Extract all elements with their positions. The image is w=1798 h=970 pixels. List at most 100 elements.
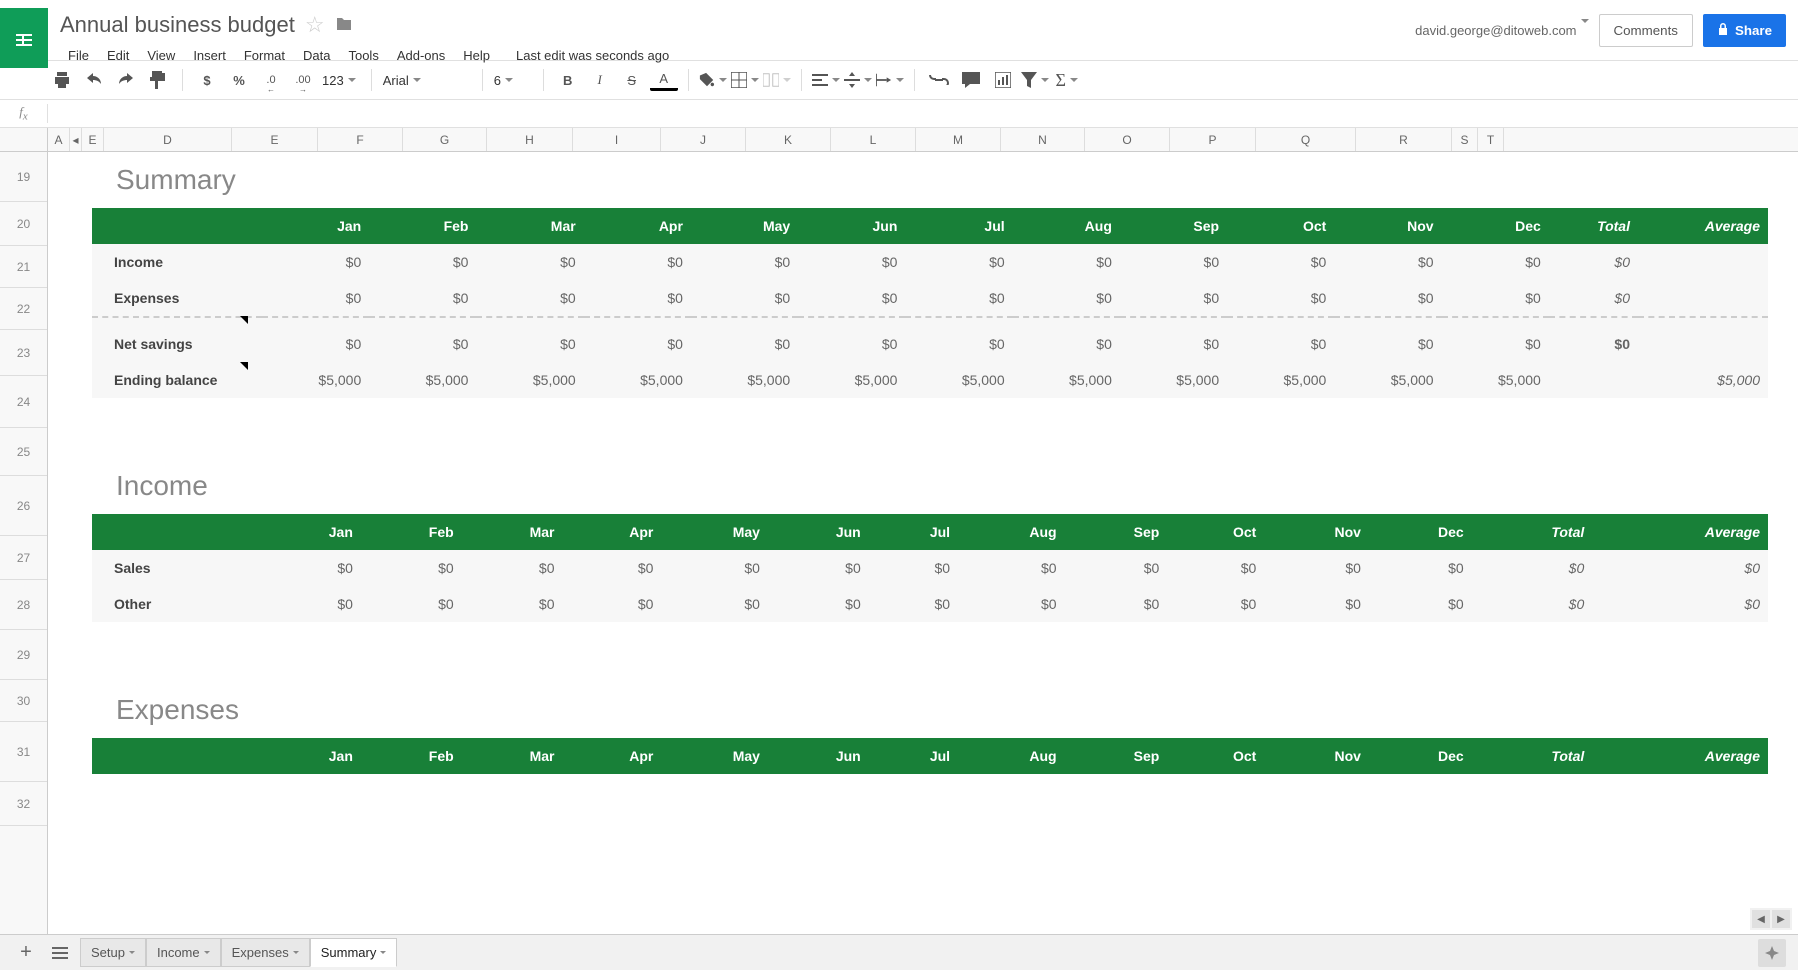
- cell-value[interactable]: $0: [905, 280, 1012, 317]
- cell-value[interactable]: $0: [262, 586, 361, 622]
- cell-value[interactable]: $0: [584, 244, 691, 280]
- note-indicator-icon[interactable]: [240, 316, 248, 324]
- row-header[interactable]: 25: [0, 428, 47, 476]
- cell-value[interactable]: $0: [361, 550, 462, 586]
- cell-value[interactable]: $0: [869, 586, 958, 622]
- increase-decimal-button[interactable]: .00→: [289, 66, 317, 94]
- column-header[interactable]: F: [318, 128, 403, 151]
- column-header[interactable]: I: [573, 128, 661, 151]
- column-header[interactable]: M: [916, 128, 1001, 151]
- font-select[interactable]: Arial: [382, 72, 472, 89]
- menu-tools[interactable]: Tools: [340, 44, 386, 67]
- cell-value[interactable]: $0: [768, 550, 869, 586]
- cell-value[interactable]: $0: [1369, 550, 1472, 586]
- cell-value[interactable]: $0: [1264, 550, 1369, 586]
- average-cell[interactable]: $0: [1592, 586, 1768, 622]
- cell-value[interactable]: $0: [563, 550, 662, 586]
- filter-icon[interactable]: [1021, 66, 1049, 94]
- cell-value[interactable]: $0: [369, 244, 476, 280]
- cell-value[interactable]: $5,000: [691, 362, 798, 398]
- cell-value[interactable]: $0: [691, 326, 798, 362]
- column-header[interactable]: R: [1356, 128, 1452, 151]
- merge-cells-icon[interactable]: [763, 66, 791, 94]
- cell-value[interactable]: $0: [1227, 326, 1334, 362]
- cell-value[interactable]: $0: [262, 550, 361, 586]
- row-header[interactable]: 30: [0, 680, 47, 722]
- column-header[interactable]: P: [1170, 128, 1256, 151]
- cell-value[interactable]: $0: [1442, 280, 1549, 317]
- cell-value[interactable]: $0: [1065, 550, 1168, 586]
- average-cell[interactable]: [1638, 326, 1768, 362]
- cell-value[interactable]: $0: [798, 326, 905, 362]
- total-cell[interactable]: $0: [1549, 244, 1638, 280]
- user-email[interactable]: david.george@ditoweb.com: [1415, 23, 1588, 38]
- row-header[interactable]: 32: [0, 782, 47, 826]
- cell-value[interactable]: $5,000: [584, 362, 691, 398]
- menu-addons[interactable]: Add-ons: [389, 44, 453, 67]
- column-header[interactable]: D: [104, 128, 232, 151]
- all-sheets-icon[interactable]: [46, 939, 74, 967]
- font-size-select[interactable]: 6: [493, 72, 533, 89]
- cell-value[interactable]: $0: [1120, 326, 1227, 362]
- row-header[interactable]: 28: [0, 580, 47, 630]
- row-header[interactable]: 31: [0, 722, 47, 782]
- row-header[interactable]: 27: [0, 536, 47, 580]
- comments-button[interactable]: Comments: [1599, 14, 1693, 47]
- star-icon[interactable]: ☆: [305, 12, 325, 38]
- share-button[interactable]: Share: [1703, 14, 1786, 47]
- number-format-select[interactable]: 123: [321, 72, 361, 89]
- cell-value[interactable]: $0: [1334, 244, 1441, 280]
- average-cell[interactable]: [1638, 280, 1768, 317]
- sheet-tab-expenses[interactable]: Expenses: [221, 938, 310, 967]
- cell-value[interactable]: $5,000: [369, 362, 476, 398]
- cell-value[interactable]: $0: [869, 550, 958, 586]
- column-header[interactable]: G: [403, 128, 487, 151]
- menu-insert[interactable]: Insert: [185, 44, 234, 67]
- select-all-corner[interactable]: [0, 128, 48, 151]
- cell-value[interactable]: $0: [1264, 586, 1369, 622]
- cell-value[interactable]: $0: [584, 326, 691, 362]
- cell-value[interactable]: $0: [1065, 586, 1168, 622]
- cell-value[interactable]: $0: [1442, 326, 1549, 362]
- cell-value[interactable]: $0: [798, 280, 905, 317]
- menu-edit[interactable]: Edit: [99, 44, 137, 67]
- cell-value[interactable]: $0: [958, 550, 1065, 586]
- column-header[interactable]: E: [82, 128, 104, 151]
- average-cell[interactable]: $5,000: [1638, 362, 1768, 398]
- sheet-tab-summary[interactable]: Summary: [310, 938, 398, 967]
- cell-value[interactable]: $5,000: [476, 362, 583, 398]
- italic-button[interactable]: I: [586, 66, 614, 94]
- cell-value[interactable]: $0: [691, 280, 798, 317]
- column-header[interactable]: A: [48, 128, 70, 151]
- currency-button[interactable]: $: [193, 66, 221, 94]
- cell-value[interactable]: $0: [958, 586, 1065, 622]
- redo-icon[interactable]: [112, 66, 140, 94]
- row-header[interactable]: 24: [0, 376, 47, 428]
- cell-value[interactable]: $0: [798, 244, 905, 280]
- cell-value[interactable]: $0: [691, 244, 798, 280]
- cell-value[interactable]: $0: [262, 244, 369, 280]
- total-cell[interactable]: $0: [1549, 326, 1638, 362]
- cell-value[interactable]: $0: [1013, 280, 1120, 317]
- strikethrough-button[interactable]: S: [618, 66, 646, 94]
- percent-button[interactable]: %: [225, 66, 253, 94]
- cell-value[interactable]: $0: [1120, 244, 1227, 280]
- cell-value[interactable]: $0: [905, 326, 1012, 362]
- folder-icon[interactable]: [335, 12, 353, 38]
- cell-value[interactable]: $0: [563, 586, 662, 622]
- menu-data[interactable]: Data: [295, 44, 338, 67]
- cell-value[interactable]: $5,000: [1013, 362, 1120, 398]
- cell-value[interactable]: $0: [1369, 586, 1472, 622]
- cell-value[interactable]: $0: [262, 326, 369, 362]
- insert-link-icon[interactable]: [925, 66, 953, 94]
- menu-format[interactable]: Format: [236, 44, 293, 67]
- cell-value[interactable]: $5,000: [1227, 362, 1334, 398]
- fill-color-icon[interactable]: [699, 66, 727, 94]
- cell-value[interactable]: $5,000: [1120, 362, 1227, 398]
- scroll-right-icon[interactable]: ▶: [1772, 910, 1790, 928]
- average-cell[interactable]: $0: [1592, 550, 1768, 586]
- cell-value[interactable]: $0: [1227, 280, 1334, 317]
- cell-value[interactable]: $0: [462, 550, 563, 586]
- undo-icon[interactable]: [80, 66, 108, 94]
- cell-value[interactable]: $0: [462, 586, 563, 622]
